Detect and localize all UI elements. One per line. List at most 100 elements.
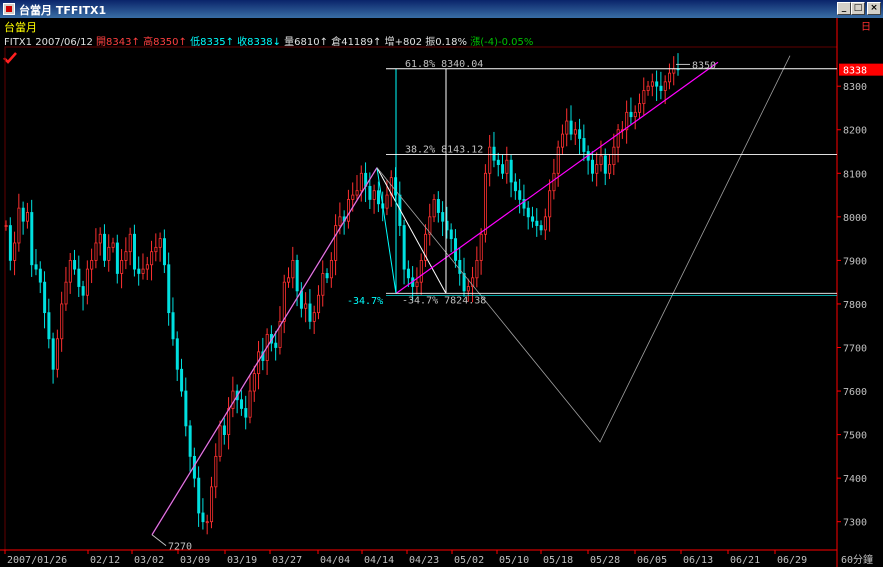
candle-body — [162, 238, 166, 266]
candle-body — [107, 246, 111, 261]
y-tick-label: 8100 — [843, 169, 867, 180]
candle-body — [120, 259, 124, 274]
candle-body — [21, 207, 25, 222]
candle-body — [368, 185, 372, 200]
candle-body — [115, 242, 119, 274]
candle-body — [299, 290, 303, 309]
candle-body — [180, 368, 184, 392]
candle-body — [616, 129, 620, 148]
candle-body — [513, 181, 517, 192]
candle-body — [60, 303, 64, 340]
candle-body — [526, 207, 530, 218]
candle-body — [222, 425, 226, 435]
candle-body — [432, 199, 436, 218]
candle-body — [351, 194, 355, 200]
x-tick-label: 02/12 — [90, 555, 120, 566]
price-chart[interactable]: 7300 7400 7500 7600 7700 7800 7900 8000 8100 8200… — [0, 0, 883, 567]
candle-body — [449, 229, 453, 240]
x-tick-label: 03/19 — [227, 555, 257, 566]
candle-body — [128, 233, 132, 253]
candle-body — [274, 342, 278, 348]
y-tick-label: 7400 — [843, 474, 867, 485]
candle-body — [496, 159, 500, 165]
x-axis: 2007/01/26 02/12 03/02 03/09 03/19 03/27 04/04… — [4, 550, 807, 566]
candle-body — [145, 264, 149, 270]
candle-body — [539, 225, 543, 231]
low-label-pointer — [151, 534, 167, 547]
candle-body — [85, 268, 89, 296]
low-price-label: 7270 — [168, 542, 192, 553]
candle-body — [141, 268, 145, 274]
x-tick-label: 05/10 — [499, 555, 529, 566]
candle-body — [8, 225, 12, 261]
candle-body — [167, 264, 171, 314]
x-tick-label: 04/23 — [409, 555, 439, 566]
x-tick-label: 05/18 — [543, 555, 573, 566]
candle-body — [492, 146, 496, 161]
candle-body — [663, 81, 667, 91]
chart-frame — [0, 18, 838, 567]
candle-body — [612, 146, 616, 165]
candle-body — [197, 477, 201, 514]
candle-body — [475, 259, 479, 279]
x-tick-label: 04/14 — [364, 555, 394, 566]
y-tick-label: 7300 — [843, 518, 867, 529]
candle-body — [111, 242, 115, 248]
candle-body — [479, 233, 483, 261]
x-tick-label: 03/27 — [272, 555, 302, 566]
candle-body — [30, 212, 34, 266]
candle-body — [642, 90, 646, 105]
candle-body — [415, 281, 419, 287]
candle-body — [51, 338, 55, 370]
candle-body — [154, 246, 158, 253]
last-price-tag-text: 8338 — [843, 66, 867, 77]
candle-body — [347, 199, 351, 222]
candle-body — [548, 190, 552, 218]
candle-body — [329, 259, 333, 279]
y-tick-label: 7900 — [843, 256, 867, 267]
x-tick-label: 03/09 — [180, 555, 210, 566]
candle-body — [402, 225, 406, 270]
candle-body — [231, 390, 235, 409]
y-tick-label: 7700 — [843, 343, 867, 354]
candle-body — [595, 164, 599, 174]
candle-body — [26, 212, 30, 222]
candle-body — [483, 172, 487, 235]
swing-pct-label: -34.7% — [347, 296, 383, 307]
channel-line — [395, 61, 719, 294]
candle-body — [13, 242, 17, 261]
candle-body — [599, 155, 603, 165]
candle-body — [659, 85, 663, 91]
drawing-overlays: 61.8% 8340.04 38.2% 8143.12 -34.7% 7824.38… — [151, 55, 837, 553]
candle-body — [188, 425, 192, 457]
candle-body — [124, 251, 128, 261]
candle-body — [650, 81, 654, 87]
candle-body — [205, 521, 209, 524]
wave-line — [151, 167, 378, 535]
candle-body — [201, 512, 205, 523]
candle-body — [321, 273, 325, 296]
candle-body — [543, 216, 547, 231]
candle-body — [150, 251, 154, 266]
candle-body — [4, 225, 8, 227]
candle-body — [43, 281, 47, 314]
candle-body — [77, 268, 81, 287]
candle-body — [578, 129, 582, 139]
candle-body — [552, 172, 556, 192]
candle-body — [184, 390, 188, 427]
candle-body — [535, 220, 539, 226]
candle-body — [94, 242, 98, 261]
y-tick-label: 8000 — [843, 213, 867, 224]
x-tick-label: 04/04 — [320, 555, 350, 566]
x-tick-label: 2007/01/26 — [7, 555, 67, 566]
candle-body — [295, 259, 299, 292]
candle-body — [646, 85, 650, 91]
y-tick-label: 7800 — [843, 300, 867, 311]
candle-body — [98, 233, 102, 244]
candle-body — [214, 455, 218, 488]
candle-body — [638, 103, 642, 113]
candle-body — [603, 155, 607, 174]
candle-body — [210, 486, 214, 523]
candle-body — [103, 233, 107, 261]
candle-body — [90, 259, 94, 270]
